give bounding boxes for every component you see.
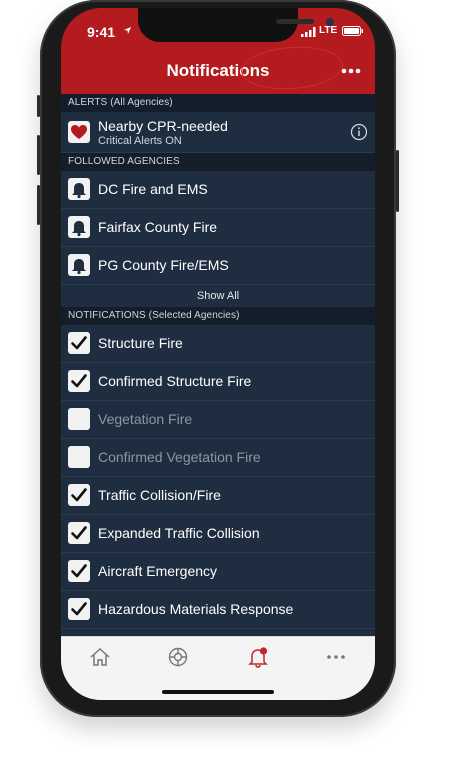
screen: 9:41 LTE Notifications ALERTS (All Agenc…	[61, 8, 375, 700]
notification-type-list: Structure Fire Confirmed Structure Fire Ve…	[61, 325, 375, 629]
status-bar: 9:41 LTE	[61, 8, 375, 50]
notification-type-row[interactable]: Hazardous Materials Response	[61, 591, 375, 629]
agency-row[interactable]: PG County Fire/EMS	[61, 247, 375, 285]
heart-icon	[68, 121, 90, 143]
notification-type-row[interactable]: Aircraft Emergency	[61, 553, 375, 591]
notification-type-label: Expanded Traffic Collision	[98, 525, 260, 541]
notification-type-label: Traffic Collision/Fire	[98, 487, 221, 503]
network-label: LTE	[319, 25, 338, 36]
fire-emblem-icon[interactable]	[167, 646, 189, 668]
agency-row[interactable]: Fairfax County Fire	[61, 209, 375, 247]
notification-type-row[interactable]: Structure Fire	[61, 325, 375, 363]
notification-type-label: Vegetation Fire	[98, 411, 193, 427]
notification-type-label: Confirmed Structure Fire	[98, 373, 252, 389]
signal-icon	[301, 27, 316, 37]
notification-type-label: Confirmed Vegetation Fire	[98, 449, 261, 465]
bell-icon	[68, 216, 90, 238]
info-icon[interactable]	[350, 123, 368, 141]
section-header-followed: FOLLOWED AGENCIES	[61, 153, 375, 171]
notification-type-label: Hazardous Materials Response	[98, 601, 294, 617]
more-dots-icon[interactable]	[325, 646, 347, 668]
agency-label: DC Fire and EMS	[98, 181, 208, 197]
checkbox-empty-icon[interactable]	[68, 446, 90, 468]
bell-icon	[68, 178, 90, 200]
volume-up-button	[37, 135, 40, 175]
checkbox-checked-icon[interactable]	[68, 598, 90, 620]
home-icon[interactable]	[89, 646, 111, 668]
checkbox-checked-icon[interactable]	[68, 560, 90, 582]
tab-bar	[61, 636, 375, 700]
status-time: 9:41	[87, 24, 116, 40]
checkbox-checked-icon[interactable]	[68, 370, 90, 392]
location-icon	[123, 26, 132, 35]
notification-type-label: Structure Fire	[98, 335, 183, 351]
notification-type-row[interactable]: Expanded Traffic Collision	[61, 515, 375, 553]
bell-icon	[68, 254, 90, 276]
speaker	[276, 19, 314, 24]
notification-type-row[interactable]: Vegetation Fire	[61, 401, 375, 439]
more-dots-icon	[341, 68, 361, 74]
notch	[138, 8, 334, 42]
notification-type-row[interactable]: Confirmed Vegetation Fire	[61, 439, 375, 477]
notification-type-row[interactable]: Traffic Collision/Fire	[61, 477, 375, 515]
alert-title: Nearby CPR-needed	[98, 118, 228, 134]
battery-icon	[342, 26, 363, 36]
checkbox-empty-icon[interactable]	[68, 408, 90, 430]
bell-alert-icon[interactable]	[247, 646, 269, 668]
checkbox-checked-icon[interactable]	[68, 522, 90, 544]
agency-row[interactable]: DC Fire and EMS	[61, 171, 375, 209]
power-button	[396, 150, 399, 212]
notification-type-row[interactable]: Confirmed Structure Fire	[61, 363, 375, 401]
section-header-alerts: ALERTS (All Agencies)	[61, 94, 375, 112]
agency-label: Fairfax County Fire	[98, 219, 218, 235]
alert-subtitle: Critical Alerts ON	[98, 135, 182, 147]
settings-list: ALERTS (All Agencies) Nearby CPR-needed …	[61, 94, 375, 629]
agency-label: PG County Fire/EMS	[98, 257, 229, 273]
agency-list: DC Fire and EMS Fairfax County Fire PG Cou…	[61, 171, 375, 285]
notification-type-label: Aircraft Emergency	[98, 563, 218, 579]
show-all-button[interactable]: Show All	[61, 285, 375, 307]
checkbox-checked-icon[interactable]	[68, 332, 90, 354]
volume-down-button	[37, 185, 40, 225]
alert-row-cpr[interactable]: Nearby CPR-needed Critical Alerts ON	[61, 112, 375, 153]
section-header-notifications: NOTIFICATIONS (Selected Agencies)	[61, 307, 375, 325]
checkbox-checked-icon[interactable]	[68, 484, 90, 506]
home-indicator	[162, 690, 274, 694]
mute-switch	[37, 95, 40, 117]
